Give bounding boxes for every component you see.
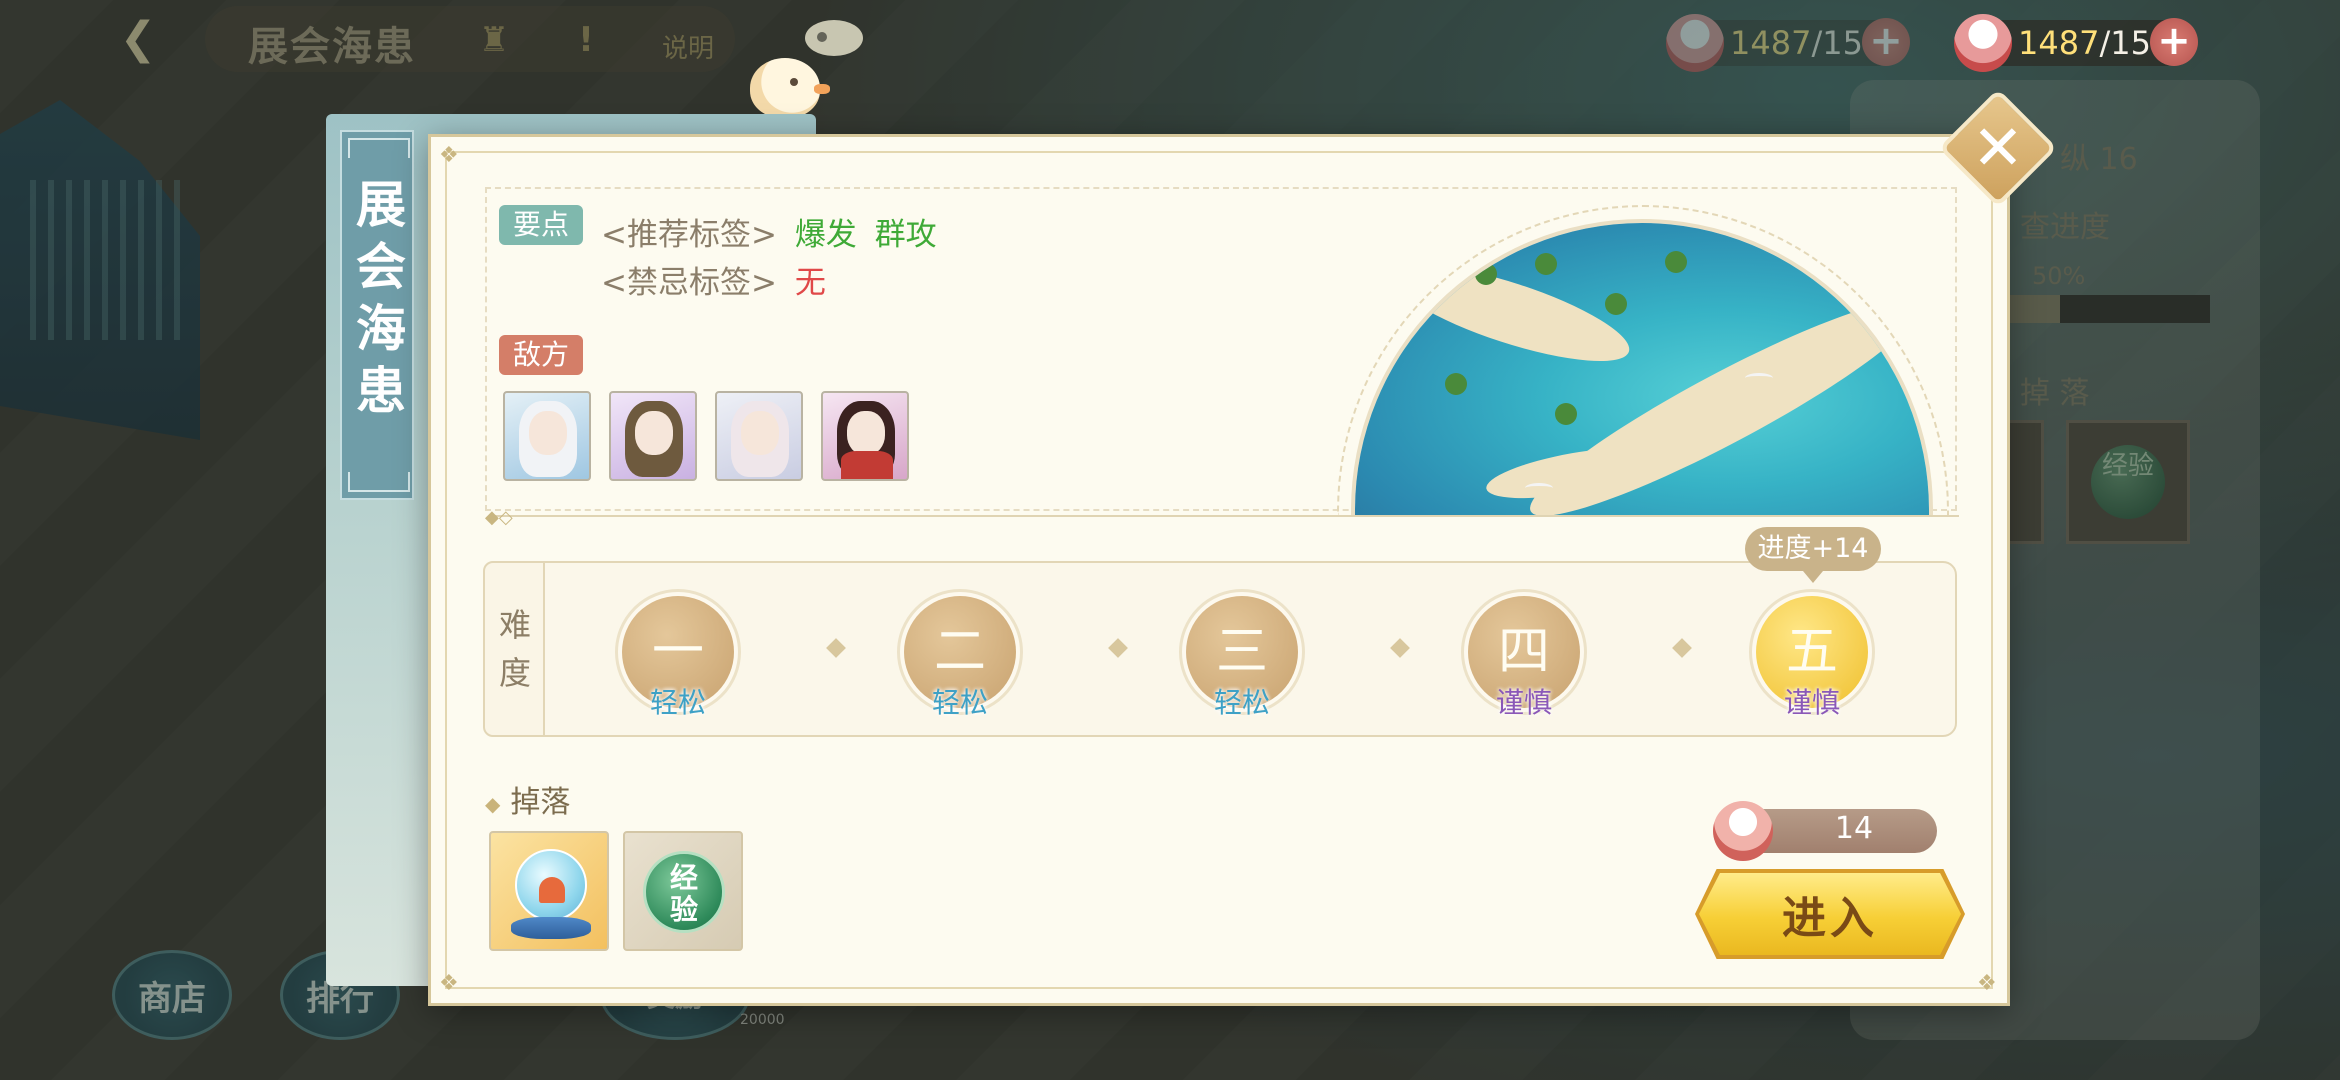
recommend-tag: 群攻 (874, 217, 937, 253)
enemy-portrait[interactable] (715, 391, 803, 481)
snow-globe-icon (515, 849, 587, 921)
level-label: 谨慎 (1783, 686, 1840, 719)
section-divider (491, 515, 1959, 517)
stamina-cost: 14 (1713, 801, 1937, 861)
forbidden-value: 无 (794, 265, 826, 301)
key-points-tag: 要点 (499, 205, 584, 245)
cost-amount: 14 (1834, 811, 1874, 846)
back-button[interactable]: ❮ (108, 12, 168, 64)
difficulty-level-2[interactable]: 二 轻松 (895, 589, 1025, 729)
banner-title: 展会海患 (348, 178, 407, 426)
divider-ornament-icon: ◆◇ (485, 507, 513, 528)
rice-bowl-icon (1954, 14, 2012, 72)
enemy-portrait[interactable] (609, 391, 697, 481)
seagull-icon (1745, 373, 1773, 383)
mascot-bird-icon[interactable] (750, 58, 830, 118)
diamond-bullet-icon: ◆ (485, 791, 501, 816)
recommend-label: <推荐标签> (601, 217, 777, 253)
rice-bowl-icon (1666, 14, 1724, 72)
seagull-icon (1525, 483, 1553, 493)
drops-heading: ◆ 掉落 (485, 785, 571, 820)
recommend-tag: 爆发 (794, 217, 857, 253)
exp-orb-icon: 经验 (643, 851, 725, 933)
corner-ornament-icon: ❖ (1977, 971, 1997, 996)
stage-detail-card: ❖ ❖ ❖ ❖ 要点 <推荐标签> 爆发 群攻 <禁忌标签> 无 敌方 (428, 134, 2010, 1006)
add-currency-button[interactable]: + (2150, 18, 2198, 66)
help-button[interactable]: 说明 (662, 28, 714, 65)
corner-ornament-icon: ❖ (439, 971, 459, 996)
progress-bonus-badge: 进度+14 (1745, 527, 1881, 583)
corner-ornament-icon: ❖ (439, 143, 459, 168)
chevron-left-icon: ❮ (119, 12, 157, 64)
drop-item-exp[interactable]: 经验 (623, 831, 743, 951)
difficulty-label: 难 度 (483, 561, 547, 737)
currency-counter-secondary: 1487/150 + (1666, 14, 1910, 72)
level-label: 轻松 (931, 686, 988, 719)
forbidden-label: <禁忌标签> (601, 265, 777, 301)
recommend-tags-row: <推荐标签> 爆发 群攻 (601, 209, 937, 254)
difficulty-level-5-selected[interactable]: 五 谨慎 (1747, 589, 1877, 729)
speech-bubble-icon (805, 20, 863, 56)
level-label: 轻松 (1213, 686, 1270, 719)
close-icon[interactable]: ✕ (1956, 106, 2040, 190)
enemy-tag: 敌方 (499, 335, 584, 375)
difficulty-level-1[interactable]: 一 轻松 (613, 589, 743, 729)
rice-bowl-icon (1713, 801, 1773, 861)
level-label: 谨慎 (1495, 686, 1552, 719)
enemy-portrait[interactable] (821, 391, 909, 481)
currency-amount: 1487 (2018, 24, 2100, 62)
enemy-portrait[interactable] (503, 391, 591, 481)
difficulty-level-4[interactable]: 四 谨慎 (1459, 589, 1589, 729)
top-bar: ❮ 展会海患 ♜ ! 说明 1487/150 + 1487/150 + (0, 0, 2340, 80)
forbidden-tags-row: <禁忌标签> 无 (601, 257, 826, 302)
add-currency-button[interactable]: + (1862, 18, 1910, 66)
crown-icon[interactable]: ♜ (470, 16, 518, 64)
enter-button[interactable]: 进入 (1699, 873, 1961, 955)
warning-icon[interactable]: ! (562, 16, 610, 64)
page-title: 展会海患 (248, 23, 416, 70)
difficulty-level-3[interactable]: 三 轻松 (1177, 589, 1307, 729)
currency-counter: 1487/150 + (1954, 14, 2198, 72)
currency-amount: 1487 (1730, 24, 1812, 62)
stage-map-image (1351, 219, 1933, 515)
drop-item-snow-globe[interactable] (489, 831, 609, 951)
level-label: 轻松 (649, 686, 706, 719)
